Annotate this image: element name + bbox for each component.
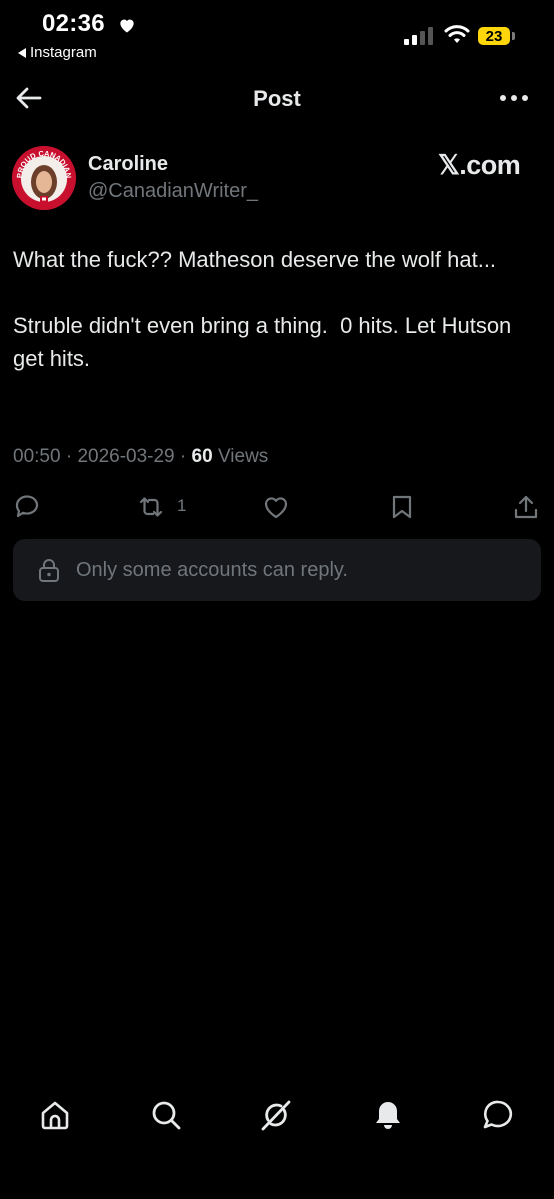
reply-restriction-text: Only some accounts can reply. bbox=[76, 559, 348, 581]
back-app-label: Instagram bbox=[30, 44, 97, 61]
battery-nub bbox=[512, 32, 515, 40]
repost-count: 1 bbox=[177, 496, 187, 515]
reply-icon[interactable] bbox=[13, 493, 41, 521]
like-heart-icon[interactable] bbox=[262, 493, 290, 521]
post-meta: 00:50 · 2026-03-29 · 60 Views bbox=[13, 446, 268, 468]
meta-separator: · bbox=[179, 446, 192, 467]
status-time: 02:36 bbox=[42, 10, 105, 37]
avatar[interactable]: PROUD CANADIAN bbox=[12, 146, 76, 210]
bookmark-icon[interactable] bbox=[388, 493, 416, 521]
battery-indicator: 23 bbox=[478, 27, 510, 45]
views-label: Views bbox=[217, 446, 269, 467]
source-label: 𝕏.com bbox=[438, 150, 521, 180]
share-icon[interactable] bbox=[512, 493, 540, 521]
home-icon[interactable] bbox=[38, 1098, 72, 1132]
meta-separator: · bbox=[65, 446, 78, 467]
post-text: What the fuck?? Matheson deserve the wol… bbox=[13, 247, 512, 371]
notifications-bell-icon[interactable] bbox=[371, 1098, 405, 1132]
grok-icon[interactable] bbox=[259, 1098, 293, 1132]
messages-icon[interactable] bbox=[481, 1098, 515, 1132]
post-time: 00:50 bbox=[13, 446, 61, 467]
back-to-app-link[interactable]: Instagram bbox=[18, 44, 97, 61]
cellular-signal-icon bbox=[404, 27, 433, 45]
post-date: 2026-03-29 bbox=[77, 446, 175, 467]
heart-icon bbox=[120, 19, 134, 33]
avatar-image: PROUD CANADIAN bbox=[12, 146, 76, 210]
author-handle[interactable]: @CanadianWriter_ bbox=[88, 180, 258, 203]
author-name[interactable]: Caroline bbox=[88, 153, 168, 176]
wifi-icon bbox=[444, 25, 470, 43]
page-title: Post bbox=[253, 86, 301, 111]
views-count[interactable]: 60 bbox=[192, 446, 213, 467]
search-icon[interactable] bbox=[149, 1098, 183, 1132]
lock-icon bbox=[39, 559, 59, 582]
repost-icon[interactable] bbox=[137, 493, 165, 521]
back-triangle-icon bbox=[18, 47, 26, 58]
more-horizontal-icon[interactable] bbox=[498, 88, 530, 108]
